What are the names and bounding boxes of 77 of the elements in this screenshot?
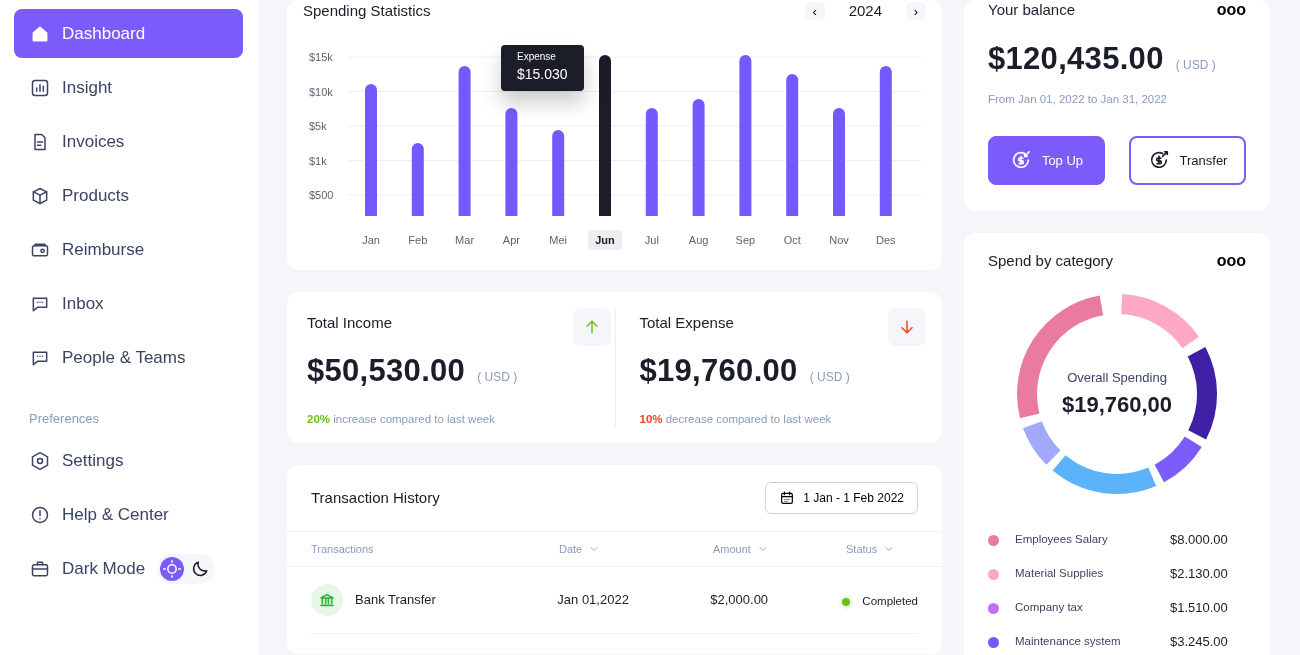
sidebar-item[interactable]: Dashboard <box>14 9 243 58</box>
sidebar-item[interactable]: Invoices <box>14 117 243 166</box>
table-cell-text: $2,000.00 <box>710 591 770 610</box>
month-label: Mar <box>455 234 475 246</box>
month-label: Sep <box>735 234 756 246</box>
card-title: Spend by category <box>988 250 1114 271</box>
legend-label: Material Supplies <box>1015 566 1105 582</box>
top-up-button[interactable]: Top Up <box>988 135 1105 185</box>
table-cell-text: Jan 01,2022 <box>557 591 630 610</box>
card-title: Total Expense <box>639 313 734 333</box>
balance-value: $120,435.00 <box>988 40 1164 78</box>
settings-icon <box>30 451 50 471</box>
bank-glyph-icon <box>319 592 335 608</box>
legend-value: $8.000.00 <box>1170 531 1228 550</box>
tooltip-label: Expense <box>517 50 557 64</box>
month-label: Mei <box>549 234 568 246</box>
help-icon <box>30 505 50 525</box>
month-label: Jul <box>644 234 659 246</box>
change-note: 10% decrease compared to last week <box>639 411 833 427</box>
briefcase-icon <box>30 559 50 579</box>
legend-label: Employees Salary <box>1015 532 1109 548</box>
card-title: Your balance <box>988 0 1076 20</box>
theme-toggle[interactable] <box>157 554 216 584</box>
previous-button[interactable]: ‹ <box>804 2 825 20</box>
more-button[interactable]: ooo <box>1216 249 1246 273</box>
next-button[interactable]: › <box>906 2 926 20</box>
legend-label: Maintenance system <box>1015 634 1122 650</box>
sidebar-item[interactable]: Insight <box>14 63 243 112</box>
card-title: Spending Statistics <box>303 0 431 21</box>
month-label: Oct <box>783 234 801 246</box>
sidebar-item[interactable]: People & Teams <box>14 333 243 382</box>
axis-label: $5k <box>309 120 327 132</box>
legend-value: $3.245.00 <box>1170 633 1228 652</box>
currency-label: ( USD ) <box>477 369 518 386</box>
month-label: Apr <box>502 234 520 246</box>
month-label: Nov <box>829 234 849 246</box>
status-label: Completed <box>862 594 918 610</box>
legend-label: Company tax <box>1015 600 1084 616</box>
sidebar-item[interactable]: Settings <box>14 436 243 486</box>
transfer-button[interactable]: Transfer <box>1128 135 1246 185</box>
sun-icon <box>162 559 183 579</box>
month-label: Feb <box>408 234 428 246</box>
amount-value: $19,760.00 <box>639 352 798 390</box>
month-label: Jan <box>362 234 380 246</box>
axis-label: $10k <box>309 85 333 98</box>
donut-center-value: $19,760,00 <box>1061 390 1173 419</box>
month-label: Des <box>876 234 896 246</box>
change-note: 20% increase compared to last week <box>307 411 496 427</box>
axis-label: $500 <box>309 189 334 201</box>
calendar-icon <box>779 490 796 506</box>
menu-label: Dark Mode <box>62 558 146 581</box>
currency-label: ( USD ) <box>1175 57 1216 74</box>
currency-label: ( USD ) <box>809 369 850 386</box>
date-range-button[interactable]: 1 Jan - 1 Feb 2022 <box>765 482 918 514</box>
month-label: Jun <box>595 234 615 246</box>
month-label: Aug <box>688 234 709 246</box>
date-period: From Jan 01, 2022 to Jan 31, 2022 <box>988 91 1168 107</box>
box-icon <box>30 185 50 206</box>
donut-center-label: Overall Spending <box>1066 368 1168 387</box>
legend-value: $2.130.00 <box>1170 565 1228 584</box>
sidebar-item[interactable]: Inbox <box>14 279 243 328</box>
section-heading: Preferences <box>28 410 101 428</box>
sidebar-item[interactable]: Products <box>14 171 243 220</box>
card-title: Transaction History <box>311 487 440 508</box>
sidebar-item[interactable]: Help & Center <box>14 490 243 540</box>
bar-chart-icon <box>30 77 50 98</box>
more-button[interactable]: ooo <box>1216 0 1246 22</box>
year-label: 2024 <box>848 0 882 21</box>
axis-label: $1k <box>309 154 327 167</box>
amount-value: $50,530.00 <box>307 352 466 390</box>
column-header: Transactions <box>311 541 375 557</box>
sidebar-item[interactable]: Reimburse <box>14 225 243 274</box>
card-title: Total Income <box>307 313 393 333</box>
axis-label: $15k <box>309 51 333 63</box>
table-cell-text: Bank Transfer <box>355 591 436 610</box>
tooltip-value: $15.030 <box>517 65 568 84</box>
legend-value: $1.510.00 <box>1170 599 1228 618</box>
